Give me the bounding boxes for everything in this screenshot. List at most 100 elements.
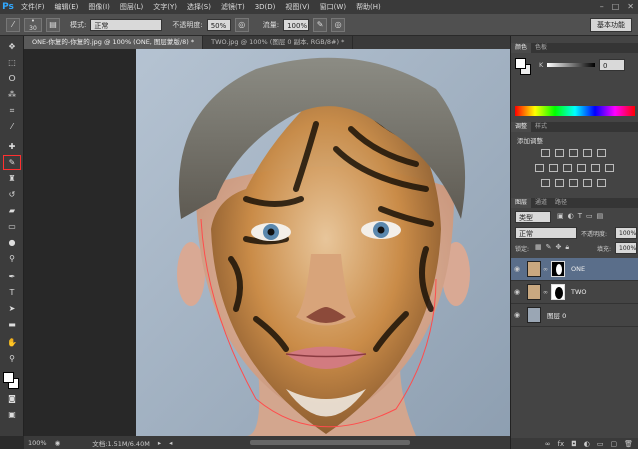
brush-tool-preset-icon[interactable]: ⁄ (6, 17, 20, 32)
new-group-icon[interactable]: ▭ (597, 440, 604, 448)
move-tool-icon[interactable]: ✥ (4, 40, 20, 53)
fx-icon[interactable]: fx (558, 440, 565, 448)
marquee-tool-icon[interactable]: ⬚ (4, 56, 20, 69)
hand-tool-icon[interactable]: ✋ (4, 336, 20, 349)
zoom-tool-icon[interactable]: ⚲ (4, 352, 20, 365)
tab-adjustments[interactable]: 调整 (511, 122, 532, 132)
opacity-input[interactable]: 50% (206, 18, 231, 31)
filter-pixel-icon[interactable]: ▣ (557, 212, 564, 222)
airbrush-icon[interactable]: ✎ (313, 17, 328, 32)
layer-mask-thumbnail[interactable] (551, 284, 565, 300)
menu-file[interactable]: 文件(F) (16, 2, 50, 12)
trash-icon[interactable]: 🗑︎ (624, 440, 633, 448)
k-slider[interactable] (547, 63, 595, 67)
foreground-color-swatch[interactable] (3, 372, 14, 383)
quick-select-tool-icon[interactable]: ⁂ (4, 88, 20, 101)
gradient-map-adjust-icon[interactable] (583, 179, 592, 187)
filter-type-icon[interactable]: T (578, 212, 582, 222)
document-canvas[interactable] (136, 49, 510, 436)
vibrance-adjust-icon[interactable] (597, 149, 606, 157)
channel-mixer-adjust-icon[interactable] (591, 164, 600, 172)
lasso-tool-icon[interactable]: ⵔ (4, 72, 20, 85)
menu-3d[interactable]: 3D(D) (250, 3, 281, 11)
brush-tool-icon[interactable]: ✎ (3, 155, 21, 170)
close-icon[interactable]: ✕ (627, 2, 634, 11)
selective-color-adjust-icon[interactable] (597, 179, 606, 187)
menu-type[interactable]: 文字(Y) (148, 2, 182, 12)
tab-styles[interactable]: 样式 (531, 122, 551, 132)
crop-tool-icon[interactable]: ⌗ (4, 104, 20, 117)
dodge-tool-icon[interactable]: ⚲ (4, 252, 20, 265)
filter-adjust-icon[interactable]: ◐ (568, 212, 574, 222)
menu-image[interactable]: 图像(I) (83, 2, 115, 12)
layer-filter-select[interactable]: 类型 (515, 211, 551, 223)
link-layers-icon[interactable]: ∞ (545, 440, 551, 448)
status-info-icon[interactable]: ◉ (55, 439, 61, 447)
menu-window[interactable]: 窗口(W) (315, 2, 351, 12)
exposure-adjust-icon[interactable] (583, 149, 592, 157)
lock-position-icon[interactable]: ✥ (556, 243, 562, 252)
filter-shape-icon[interactable]: ▭ (586, 212, 593, 222)
menu-edit[interactable]: 编辑(E) (50, 2, 84, 12)
layer-mask-thumbnail[interactable] (551, 261, 565, 277)
hue-adjust-icon[interactable] (535, 164, 544, 172)
scroll-left-icon[interactable]: ◂ (169, 439, 172, 447)
lock-paint-icon[interactable]: ✎ (546, 243, 552, 252)
tab-color[interactable]: 颜色 (511, 43, 532, 53)
eye-icon[interactable]: ◉ (511, 288, 523, 296)
chain-icon[interactable]: ∞ (543, 289, 548, 296)
layer-opacity-input[interactable]: 100% (615, 227, 637, 239)
tab-paths[interactable]: 路径 (551, 198, 571, 208)
canvas-area[interactable] (24, 49, 510, 436)
status-arrow-icon[interactable]: ▸ (158, 439, 161, 447)
flow-input[interactable]: 100% (283, 18, 310, 31)
bw-adjust-icon[interactable] (563, 164, 572, 172)
gradient-tool-icon[interactable]: ▭ (4, 220, 20, 233)
menu-view[interactable]: 视图(V) (280, 2, 314, 12)
clone-stamp-tool-icon[interactable]: ♜ (4, 172, 20, 185)
new-layer-icon[interactable]: ▢ (610, 440, 617, 448)
workspace-select[interactable]: 基本功能 (590, 18, 632, 32)
type-tool-icon[interactable]: T (4, 286, 20, 299)
eye-icon[interactable]: ◉ (511, 311, 523, 319)
eye-icon[interactable]: ◉ (511, 265, 523, 273)
threshold-adjust-icon[interactable] (569, 179, 578, 187)
brush-panel-icon[interactable]: ▤ (46, 17, 60, 32)
layer-row[interactable]: ◉ 图层 0 (511, 304, 638, 327)
fill-input[interactable]: 100% (615, 242, 637, 254)
levels-adjust-icon[interactable] (555, 149, 564, 157)
tab-swatches[interactable]: 色板 (531, 43, 551, 53)
pressure-opacity-icon[interactable]: ◎ (234, 17, 249, 32)
blend-mode-select[interactable]: 正常 (515, 227, 577, 239)
layer-row[interactable]: ◉ ∞ TWO (511, 281, 638, 304)
screen-mode-icon[interactable]: ▣ (4, 408, 20, 421)
invert-adjust-icon[interactable] (541, 179, 550, 187)
menu-help[interactable]: 帮助(H) (351, 2, 386, 12)
tab-two[interactable]: TWO.jpg @ 100% (图层 0 副本, RGB/8#) * (203, 36, 354, 49)
eraser-tool-icon[interactable]: ▰ (4, 204, 20, 217)
maximize-icon[interactable]: □ (612, 2, 620, 11)
history-brush-tool-icon[interactable]: ↺ (4, 188, 20, 201)
eyedropper-tool-icon[interactable]: ⁄ (4, 120, 20, 133)
brightness-adjust-icon[interactable] (541, 149, 550, 157)
new-adjustment-icon[interactable]: ◐ (584, 440, 590, 448)
chain-icon[interactable]: ∞ (543, 266, 548, 273)
tab-layers[interactable]: 图层 (511, 198, 532, 208)
horizontal-scrollbar[interactable] (250, 440, 411, 445)
shape-tool-icon[interactable]: ▬ (4, 318, 20, 331)
add-mask-icon[interactable]: ◘ (571, 440, 577, 448)
tab-channels[interactable]: 通道 (531, 198, 551, 208)
filter-smart-icon[interactable]: ▤ (597, 212, 604, 222)
path-select-tool-icon[interactable]: ➤ (4, 302, 20, 315)
k-value-input[interactable]: 0 (599, 59, 625, 71)
brush-size-picker[interactable]: • 30 (24, 17, 42, 32)
menu-layer[interactable]: 图层(L) (115, 2, 148, 12)
color-balance-adjust-icon[interactable] (549, 164, 558, 172)
pen-tool-icon[interactable]: ✒ (4, 270, 20, 283)
layer-row[interactable]: ◉ ∞ ONE (511, 258, 638, 281)
color-spectrum-bar[interactable] (515, 106, 635, 116)
minimize-icon[interactable]: – (600, 2, 604, 11)
healing-brush-tool-icon[interactable]: ✚ (4, 140, 20, 153)
color-lookup-adjust-icon[interactable] (605, 164, 614, 172)
blur-tool-icon[interactable]: ● (4, 236, 20, 249)
